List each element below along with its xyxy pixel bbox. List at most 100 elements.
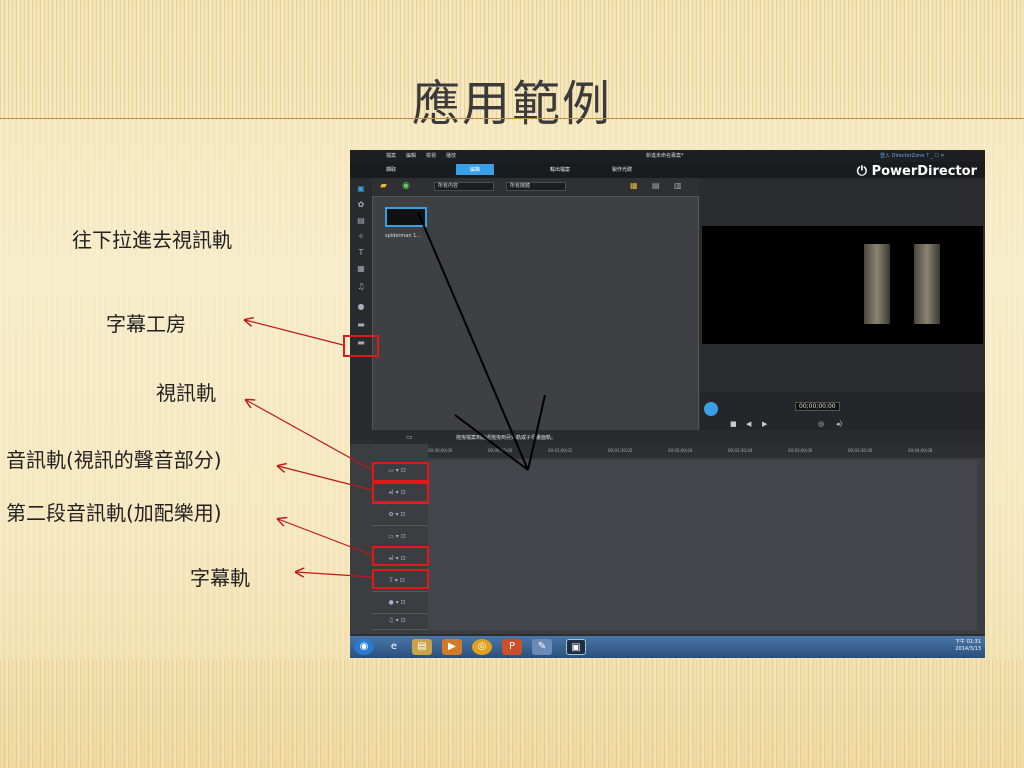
start-button-icon[interactable]: ◉ [354,639,374,655]
library-toolbar: ▰ ◉ 所有內容 所有媒體 ▦ ▤ ▥ [372,178,699,196]
highlight-second-audio-track [372,546,429,566]
taskbar-date: 2014/3/13 [955,646,981,652]
track-body[interactable] [428,460,977,482]
mode-produce[interactable]: 輸出檔案 [550,166,570,173]
track-audio-1[interactable]: ◂) ▾ ⊡ [372,482,977,504]
transition-room-icon[interactable]: ▦ [355,264,367,274]
ruler-tick: 00;02;00;04 [668,448,693,453]
track-body[interactable] [428,610,977,630]
annotation-second-audio-track: 第二段音訊軌(加配樂用) [6,501,222,525]
mode-edit[interactable]: 編輯 [456,164,495,175]
content-filter-dropdown[interactable]: 所有內容 [434,182,494,191]
effect-room-icon[interactable]: ✿ [355,200,367,210]
menu-play[interactable]: 播放 [446,152,456,159]
timeline: 00;00;00;00 00;00;30;00 00;01;00;02 00;0… [350,444,985,634]
plugin-icon[interactable]: ◉ [402,181,410,191]
ruler-tick: 00;00;30;00 [488,448,513,453]
arrow-title-room [245,320,344,346]
chrome-icon[interactable]: ◎ [472,639,492,655]
menu-view[interactable]: 檢視 [426,152,436,159]
voice-over-icon[interactable]: ● [355,302,367,312]
pip-room-icon[interactable]: ▤ [355,216,367,226]
track-body[interactable] [428,548,977,570]
particle-room-icon[interactable]: ✧ [355,232,367,242]
effect-track-icon: ✿ ▾ ⊡ [388,511,406,518]
time-ruler: 00;00;00;00 00;00;30;00 00;01;00;02 00;0… [428,444,985,458]
window-controls[interactable]: 登入 DirectorZone ? _ ☐ ✕ [880,152,945,159]
volume-icon[interactable]: ◂) [836,420,842,428]
title-underline [0,118,1024,119]
track-music[interactable]: ♫ ▾ ⊡ [372,610,977,630]
preview-panel: 00;00;00;00 ■ ◀ ▶ ◎ ◂) [700,178,985,440]
taskbar-time: 下午 01:31 [955,639,981,645]
room-toolbar: ▣ ✿ ▤ ✧ T ▦ ♫ ● ▬ ▬ [350,178,372,440]
annotation-drag-to-video-track: 往下拉進去視訊軌 [72,228,232,252]
menu-bar: 檔案 編輯 檢視 播放 新進未命名專案* 登入 DirectorZone ? _… [350,150,985,162]
brand-name: PowerDirector [871,164,977,179]
grid-view-icon[interactable]: ▦ [630,181,638,190]
brand-logo-icon: ⏻ [856,164,872,179]
taskbar-clock: 下午 01:31 2014/3/13 [955,639,981,653]
preview-frame-pillar-left [864,244,890,324]
timeline-mode-icon[interactable]: ▭ [406,433,413,441]
track-body[interactable] [428,482,977,504]
highlight-title-room [343,335,379,357]
library-content: spiderman 1... [372,196,699,440]
ie-icon[interactable]: e [384,639,404,655]
import-folder-icon[interactable]: ▰ [380,181,387,191]
ruler-tick: 00;01;30;02 [608,448,633,453]
track-body[interactable] [428,570,977,592]
next-frame-icon[interactable]: ▶ [762,420,767,428]
ruler-tick: 00;03;00;06 [788,448,813,453]
track-effect[interactable]: ✿ ▾ ⊡ [372,504,977,526]
annotation-title-track: 字幕軌 [190,566,250,590]
ruler-tick: 00;03;30;06 [848,448,873,453]
ruler-tick: 00;01;00;02 [548,448,573,453]
powerpoint-icon[interactable]: P [502,639,522,655]
audio-mix-icon[interactable]: ♫ [355,282,367,292]
app-brand: ⏻ PowerDirector [857,164,977,179]
timeline-hint: 拖曳檔案到此處拖曳到另外軌或子母畫面軌。 [456,435,557,441]
stop-icon[interactable]: ■ [730,420,737,428]
media-player-icon[interactable]: ▶ [442,639,462,655]
track-audio-2[interactable]: ◂) ▾ ⊡ [372,548,977,570]
annotation-audio-track: 音訊軌(視訊的聲音部分) [6,448,222,472]
paint-icon[interactable]: ✎ [532,639,552,655]
media-room-icon[interactable]: ▣ [355,184,367,194]
highlight-audio-track [372,482,429,503]
powerdirector-taskbar-icon[interactable]: ▣ [566,639,586,655]
annotation-title-room: 字幕工房 [106,312,186,336]
library-menu-icon[interactable]: ▥ [674,181,682,190]
title-room-icon[interactable]: T [355,248,367,258]
sort-icon[interactable]: ▤ [652,181,660,190]
mode-capture[interactable]: 擷取 [386,166,396,173]
play-button[interactable] [704,402,718,416]
track-body[interactable] [428,526,977,548]
track-body[interactable] [428,504,977,526]
powerdirector-window: 檔案 編輯 檢視 播放 新進未命名專案* 登入 DirectorZone ? _… [350,150,985,658]
slide-title: 應用範例 [411,76,612,132]
video-clip-thumbnail[interactable] [385,207,427,227]
preview-screen [702,226,983,344]
timeline-hint-bar: ▭ 拖曳檔案到此處拖曳到另外軌或子母畫面軌。 [372,430,985,444]
explorer-icon[interactable]: ▤ [412,639,432,655]
highlight-video-track [372,462,429,482]
media-filter-dropdown[interactable]: 所有媒體 [506,182,566,191]
mode-disc[interactable]: 製作光碟 [612,166,632,173]
track-title[interactable]: T ▾ ⊡ [372,570,977,592]
menu-edit[interactable]: 編輯 [406,152,416,159]
clip-name: spiderman 1... [385,233,422,239]
music-track-icon: ♫ ▾ ⊡ [388,617,406,624]
track-video-1[interactable]: ▭ ▾ ⊡ [372,460,977,482]
preview-frame-pillar-right [914,244,940,324]
previous-frame-icon[interactable]: ◀ [746,420,751,428]
windows-taskbar: ◉ e ▤ ▶ ◎ P ✎ ▣ 下午 01:31 2014/3/13 [350,636,985,658]
ruler-tick: 00;02;30;04 [728,448,753,453]
project-title: 新進未命名專案* [646,153,684,159]
timecode-display: 00;00;00;00 [795,402,840,411]
track-video-2[interactable]: ▭ ▾ ⊡ [372,526,977,548]
snapshot-icon[interactable]: ◎ [818,420,824,428]
annotation-video-track: 視訊軌 [156,381,216,405]
menu-file[interactable]: 檔案 [386,152,396,159]
chapter-room-icon[interactable]: ▬ [355,320,367,330]
